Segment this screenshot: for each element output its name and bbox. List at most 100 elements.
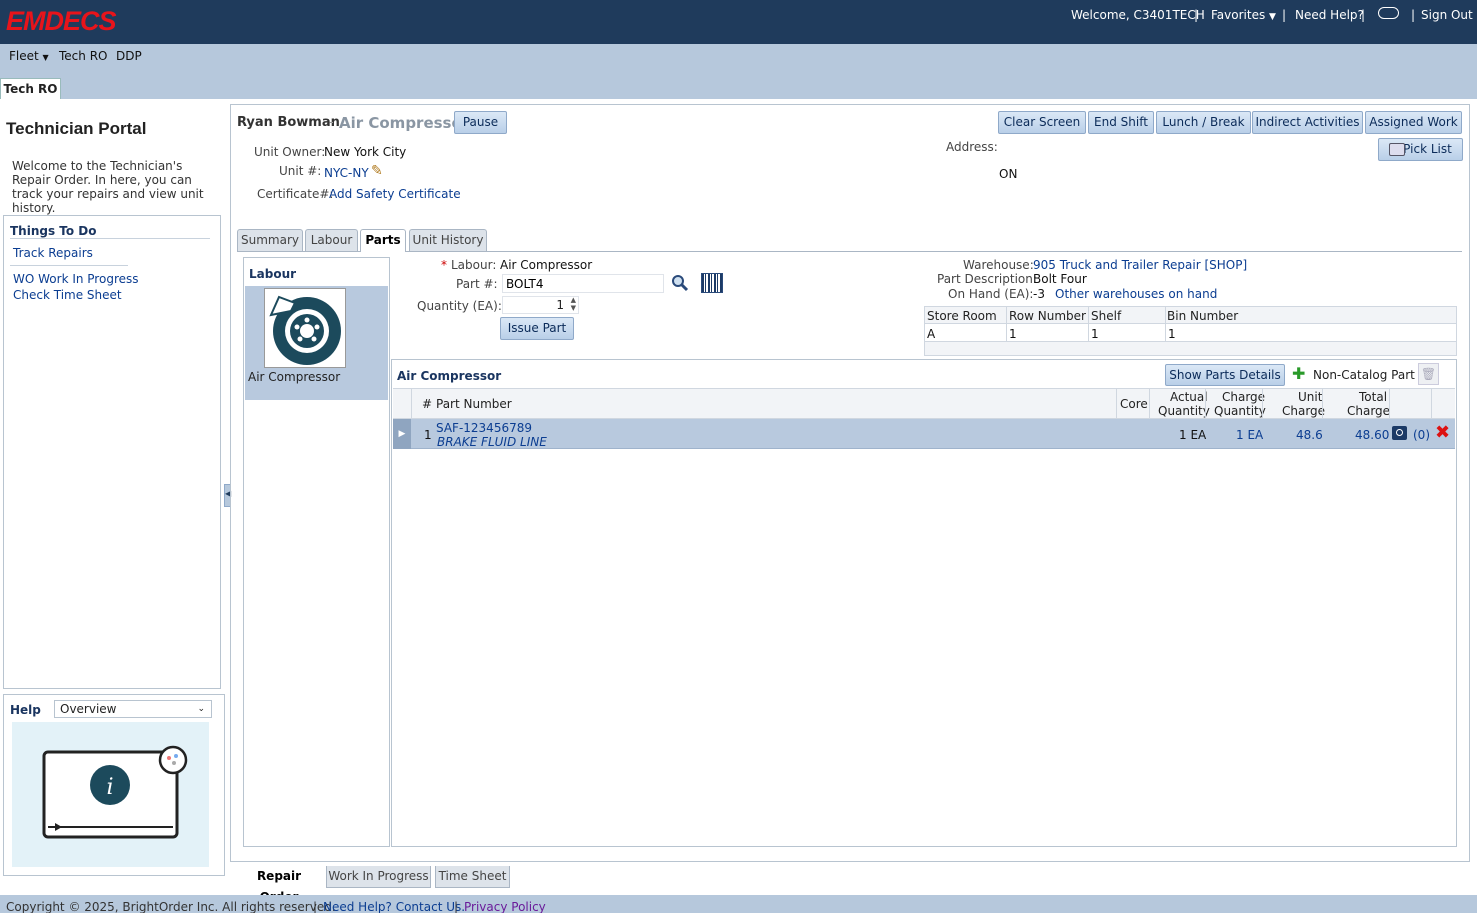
labour-item-air-compressor[interactable]: Air Compressor	[245, 286, 388, 400]
things-to-do-panel	[3, 215, 221, 689]
menu-fleet-label: Fleet	[9, 49, 39, 63]
svg-text:i: i	[106, 775, 113, 800]
part-description-label: Part Description:	[937, 272, 1037, 286]
sign-out-link[interactable]: Sign Out	[1421, 0, 1473, 30]
favorites-menu[interactable]: Favorites ▼	[1211, 0, 1276, 30]
tab-labour[interactable]: Labour	[305, 229, 358, 251]
tab-unit-history[interactable]: Unit History	[409, 229, 487, 251]
row-number-cell: 1	[1009, 327, 1017, 341]
search-icon[interactable]	[671, 274, 689, 292]
menu-fleet[interactable]: Fleet ▼	[9, 49, 49, 63]
add-safety-certificate-link[interactable]: Add Safety Certificate	[329, 187, 461, 201]
tab-parts[interactable]: Parts	[360, 229, 406, 252]
menu-bar	[0, 44, 1477, 100]
help-topic-select[interactable]: Overview ⌄	[54, 700, 212, 718]
video-info-icon: i	[42, 745, 188, 839]
bin-number-header: Bin Number	[1167, 309, 1239, 323]
expand-row-icon[interactable]: ▶	[393, 419, 411, 449]
trash-icon[interactable]: 🗑	[1418, 363, 1439, 385]
clear-screen-button[interactable]: Clear Screen	[998, 111, 1086, 134]
issue-part-button[interactable]: Issue Part	[500, 317, 574, 340]
header-total-charge-1: Total	[1359, 390, 1388, 404]
increment-icon[interactable]: ▲	[571, 296, 576, 304]
end-shift-button[interactable]: End Shift	[1088, 111, 1154, 134]
help-video-thumbnail[interactable]: i	[12, 722, 209, 867]
page-tab-tech-ro[interactable]: Tech RO	[0, 78, 61, 100]
menu-tech-ro[interactable]: Tech RO	[59, 49, 107, 63]
pick-list-button[interactable]: Pick List	[1378, 138, 1463, 161]
shelf-header: Shelf	[1091, 309, 1122, 323]
show-parts-details-button[interactable]: Show Parts Details	[1165, 364, 1285, 386]
help-label: Help	[10, 703, 41, 717]
warehouse-label: Warehouse:	[963, 258, 1034, 272]
header-num: #	[422, 397, 433, 411]
on-hand-value: -3	[1033, 287, 1045, 301]
bottom-tab-repair-order[interactable]: Repair Order	[237, 866, 321, 904]
row-number-header: Row Number	[1009, 309, 1086, 323]
caret-down-icon: ▼	[42, 53, 49, 62]
row-part-description: BRAKE FLUID LINE	[437, 435, 547, 449]
delete-row-icon[interactable]: ✖	[1435, 423, 1450, 443]
bottom-tab-time-sheet[interactable]: Time Sheet	[435, 866, 510, 888]
store-room-cell: A	[927, 327, 936, 341]
other-warehouses-link[interactable]: Other warehouses on hand	[1055, 287, 1217, 301]
copyright-text: Copyright © 2025, BrightOrder Inc. All r…	[6, 900, 336, 913]
chat-icon[interactable]	[1378, 7, 1399, 19]
pause-button[interactable]: Pause	[454, 111, 507, 134]
tab-summary[interactable]: Summary	[237, 229, 303, 251]
part-number-input[interactable]	[502, 274, 664, 293]
title-separator: -	[329, 115, 334, 130]
portal-title: Technician Portal	[6, 119, 147, 138]
decrement-icon[interactable]: ▼	[571, 304, 576, 312]
menu-ddp[interactable]: DDP	[116, 49, 142, 63]
address-label: Address:	[946, 140, 998, 154]
welcome-text: Welcome, C3401TECH	[1071, 8, 1205, 22]
header-core: Core	[1120, 397, 1148, 411]
store-room-header: Store Room	[927, 309, 997, 323]
bin-number-cell: 1	[1168, 327, 1176, 341]
emdecs-logo[interactable]: EMDECS	[6, 6, 117, 37]
brake-disc-icon	[264, 288, 346, 368]
privacy-policy-link[interactable]: Privacy Policy	[464, 895, 546, 913]
non-catalog-part-button[interactable]: Non-Catalog Part	[1313, 368, 1415, 382]
on-hand-label: On Hand (EA):	[948, 287, 1034, 301]
assigned-work-button[interactable]: Assigned Work	[1365, 111, 1462, 134]
barcode-scan-icon[interactable]	[701, 273, 723, 293]
row-actual-qty: 1 EA	[1179, 428, 1207, 442]
header-part-number: Part Number	[436, 397, 512, 411]
required-mark: *	[441, 258, 447, 272]
track-repairs-link[interactable]: Track Repairs	[13, 246, 93, 260]
pencil-icon[interactable]: ✎	[371, 163, 383, 179]
chevron-down-icon: ⌄	[197, 704, 205, 714]
pick-list-label: Pick List	[1403, 142, 1452, 156]
indirect-activities-button[interactable]: Indirect Activities	[1252, 111, 1363, 134]
portal-intro: Welcome to the Technician's Repair Order…	[12, 159, 204, 215]
check-time-sheet-link[interactable]: Check Time Sheet	[13, 288, 122, 302]
quantity-label: Quantity (EA):	[417, 299, 502, 313]
row-unit-charge[interactable]: 48.6	[1296, 428, 1323, 442]
divider	[10, 265, 128, 266]
unit-link[interactable]: NYC-NY	[324, 166, 369, 180]
row-charge-qty[interactable]: 1 EA	[1236, 428, 1263, 442]
lunch-break-button[interactable]: Lunch / Break	[1156, 111, 1251, 134]
warehouse-link[interactable]: 905 Truck and Trailer Repair [SHOP]	[1033, 258, 1247, 272]
header-unit-charge-2: Charge	[1282, 404, 1326, 418]
quantity-value: 1	[556, 298, 564, 312]
bottom-tab-work-in-progress[interactable]: Work In Progress	[326, 866, 431, 888]
row-part-number-link[interactable]: SAF-123456789	[436, 421, 532, 435]
row-total-charge[interactable]: 48.60	[1355, 428, 1389, 442]
need-help-link[interactable]: Need Help?	[1295, 0, 1364, 30]
row-photo-count[interactable]: (0)	[1413, 428, 1430, 442]
labour-field-value: Air Compressor	[500, 258, 593, 272]
shelf-cell: 1	[1091, 327, 1099, 341]
plus-icon[interactable]: ✚	[1292, 366, 1305, 382]
labour-field-label: Labour:	[451, 258, 497, 272]
quantity-stepper[interactable]: 1 ▲ ▼	[502, 296, 579, 314]
header-charge-qty-1: Charge	[1222, 390, 1266, 404]
row-num: 1	[424, 428, 432, 442]
wo-in-progress-link[interactable]: WO Work In Progress	[13, 272, 139, 286]
contact-us-link[interactable]: Need Help? Contact Us.	[323, 895, 465, 913]
camera-icon[interactable]	[1392, 426, 1407, 440]
job-title: Air Compressor	[339, 114, 470, 132]
help-topic-value: Overview	[60, 702, 117, 716]
